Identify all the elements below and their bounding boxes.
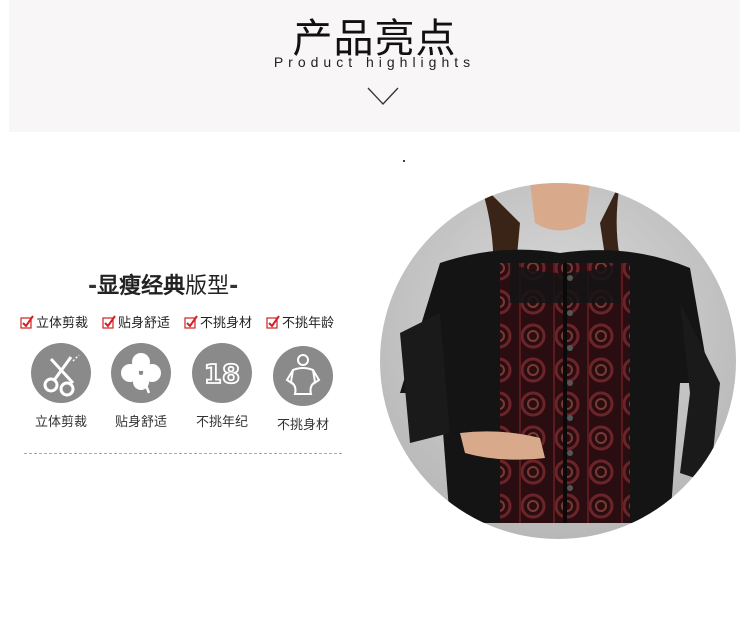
scissors-icon [43,354,80,397]
tag-label: 立体剪裁 [36,316,89,331]
checkbox-checked-icon [184,314,198,329]
title-regular: 版型 [185,274,230,299]
feature-circle [273,346,333,406]
feature-label: 不挑身材 [276,418,329,433]
tag-label: 不挑年龄 [282,316,335,331]
dashed-divider [24,453,342,454]
feature-circle: 18 [192,343,252,403]
page-subtitle: Product highlights [273,54,476,70]
body-silhouette-icon [285,354,321,395]
feature-circle [31,343,91,403]
checkbox-checked-icon [20,314,34,329]
title-dash-left: - [88,274,98,299]
tag-item: 不挑年龄 [266,312,334,331]
stray-dot [403,160,405,162]
feature-tags: 立体剪裁 贴身舒适 不挑身材 不挑年龄 [20,312,360,331]
feature-item: 18 不挑年纪 [187,343,257,430]
age-18-icon: 18 [203,359,241,391]
header-banner: 产品亮点 Product highlights [9,0,740,132]
tag-item: 不挑身材 [184,312,252,331]
section-title: -显瘦经典版型- [88,268,268,300]
feature-label: 贴身舒适 [114,415,167,430]
chevron-down-icon [367,87,399,105]
tag-label: 贴身舒适 [118,316,171,331]
feature-circle [111,343,171,403]
product-photo [380,183,736,539]
feature-item: 立体剪裁 [26,343,96,430]
title-bold: 显瘦经典 [97,274,186,299]
tag-item: 立体剪裁 [20,312,88,331]
tag-item: 贴身舒适 [102,312,170,331]
model-blouse-image [380,183,736,539]
checkbox-checked-icon [102,314,116,329]
clover-icon [121,353,161,394]
feature-label: 立体剪裁 [34,415,87,430]
feature-item: 不挑身材 [268,346,338,433]
checkbox-checked-icon [266,314,280,329]
feature-item: 贴身舒适 [106,343,176,430]
feature-label: 不挑年纪 [195,415,248,430]
tag-label: 不挑身材 [200,316,253,331]
title-dash-right: - [229,274,239,299]
age-18-text: 18 [204,360,240,390]
